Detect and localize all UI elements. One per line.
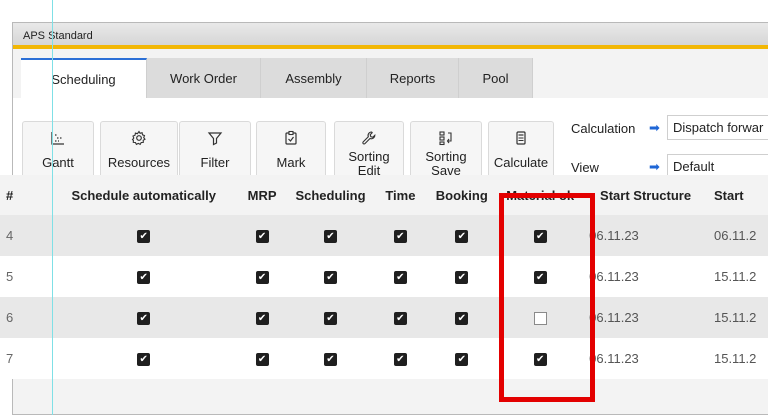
booking-checkbox[interactable]: ✔	[455, 271, 469, 285]
col-header-start-structure[interactable]: Start Structure	[583, 175, 708, 215]
start-cell: 06.11.2	[707, 215, 768, 256]
calculate-label: Calculate	[493, 155, 549, 170]
resources-label: Resources	[107, 155, 171, 170]
col-header-start[interactable]: Start	[707, 175, 768, 215]
screen: { "window": { "title": "APS Standard" },…	[0, 0, 768, 415]
row-number: 4	[0, 215, 50, 256]
booking-checkbox[interactable]: ✔	[455, 353, 469, 367]
schedule-automatically-checkbox[interactable]: ✔	[137, 312, 151, 326]
row-number: 5	[0, 256, 50, 297]
material-ok-checkbox[interactable]: ✔	[533, 353, 547, 367]
mrp-checkbox[interactable]: ✔	[255, 312, 269, 326]
col-header-mrp[interactable]: MRP	[237, 175, 287, 215]
mrp-checkbox[interactable]: ✔	[255, 230, 269, 244]
table-row[interactable]: 6 ✔ ✔ ✔ ✔ ✔ 06.11.23 15.11.2	[0, 297, 768, 338]
start-cell: 15.11.2	[707, 256, 768, 297]
sort-icon	[438, 130, 454, 148]
gear-icon	[131, 130, 147, 148]
table-row[interactable]: 5 ✔ ✔ ✔ ✔ ✔ ✔ 06.11.23 15.11.2	[0, 256, 768, 297]
scheduling-checkbox[interactable]: ✔	[323, 353, 337, 367]
wrench-icon	[361, 130, 377, 148]
booking-checkbox[interactable]: ✔	[455, 312, 469, 326]
sorting-save-label: Sorting Save	[425, 150, 466, 178]
col-header-material-ok[interactable]: Material ok	[497, 175, 584, 215]
time-checkbox[interactable]: ✔	[393, 230, 407, 244]
schedule-automatically-checkbox[interactable]: ✔	[137, 230, 151, 244]
tab-work-order[interactable]: Work Order	[147, 58, 261, 98]
row-number: 6	[0, 297, 50, 338]
mrp-checkbox[interactable]: ✔	[255, 353, 269, 367]
calculation-select[interactable]: Dispatch forwar	[667, 115, 768, 140]
tab-pool[interactable]: Pool	[459, 58, 533, 98]
sorting-edit-line1: Sorting	[348, 149, 390, 164]
scheduling-checkbox[interactable]: ✔	[323, 230, 337, 244]
booking-checkbox[interactable]: ✔	[455, 230, 469, 244]
col-header-scheduling[interactable]: Scheduling	[286, 175, 375, 215]
material-ok-checkbox[interactable]	[533, 312, 547, 326]
table-row[interactable]: 7 ✔ ✔ ✔ ✔ ✔ ✔ 06.11.23 15.11.2	[0, 338, 768, 379]
calculator-icon	[513, 130, 529, 148]
header-row: # Schedule automatically MRP Scheduling …	[0, 175, 768, 215]
clipboard-check-icon	[283, 130, 299, 148]
filter-icon	[207, 130, 223, 148]
gantt-label: Gantt	[42, 155, 74, 170]
scheduling-checkbox[interactable]: ✔	[323, 312, 337, 326]
row-number: 7	[0, 338, 50, 379]
mark-label: Mark	[276, 155, 306, 170]
mrp-checkbox[interactable]: ✔	[255, 271, 269, 285]
start-structure-cell: 06.11.23	[583, 256, 708, 297]
calculation-label: Calculation	[571, 121, 636, 136]
sorting-save-line1: Sorting	[425, 149, 467, 164]
material-ok-checkbox[interactable]: ✔	[533, 271, 547, 285]
col-header-number[interactable]: #	[0, 175, 50, 215]
scheduling-checkbox[interactable]: ✔	[323, 271, 337, 285]
start-structure-cell: 06.11.23	[583, 215, 708, 256]
schedule-automatically-checkbox[interactable]: ✔	[137, 353, 151, 367]
tab-assembly[interactable]: Assembly	[261, 58, 367, 98]
start-cell: 15.11.2	[707, 338, 768, 379]
arrow-right-icon: ➡	[649, 120, 660, 135]
view-label: View	[571, 160, 599, 175]
col-header-schedule-automatically[interactable]: Schedule automatically	[49, 175, 238, 215]
material-ok-checkbox[interactable]: ✔	[533, 230, 547, 244]
tab-scheduling[interactable]: Scheduling	[21, 58, 147, 98]
filter-label: Filter	[200, 155, 230, 170]
schedule-automatically-checkbox[interactable]: ✔	[137, 271, 151, 285]
tab-bar: Scheduling Work Order Assembly Reports P…	[21, 58, 533, 98]
arrow-right-icon: ➡	[649, 159, 660, 174]
tab-reports[interactable]: Reports	[367, 58, 459, 98]
table-row[interactable]: 4 ✔ ✔ ✔ ✔ ✔ ✔ 06.11.23 06.11.2	[0, 215, 768, 256]
data-grid: # Schedule automatically MRP Scheduling …	[0, 175, 768, 379]
sorting-edit-label: Sorting Edit	[348, 150, 389, 178]
start-structure-cell: 06.11.23	[583, 297, 708, 338]
time-checkbox[interactable]: ✔	[393, 353, 407, 367]
time-checkbox[interactable]: ✔	[393, 271, 407, 285]
time-checkbox[interactable]: ✔	[393, 312, 407, 326]
guide-line	[52, 0, 53, 415]
col-header-booking[interactable]: Booking	[426, 175, 498, 215]
col-header-time[interactable]: Time	[374, 175, 427, 215]
start-cell: 15.11.2	[707, 297, 768, 338]
start-structure-cell: 06.11.23	[583, 338, 708, 379]
window-title: APS Standard	[13, 23, 768, 49]
